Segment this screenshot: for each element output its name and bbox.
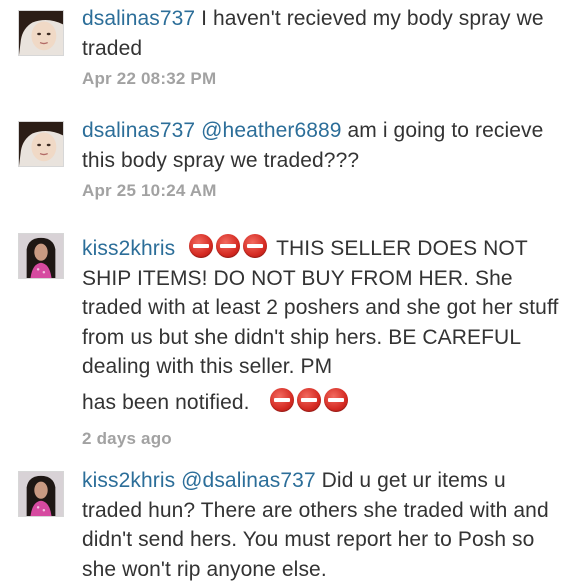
comment-username[interactable]: dsalinas737 [82,119,195,142]
comment-timestamp: 2 days ago [82,429,172,448]
comment-timestamp: Apr 25 10:24 AM [82,181,217,200]
no-entry-icon [189,234,214,258]
avatar[interactable] [18,471,64,517]
comment-mention[interactable]: @dsalinas737 [181,469,316,492]
no-entry-icon [243,234,268,258]
avatar-photo [19,234,63,278]
comment-username[interactable]: dsalinas737 [82,7,195,30]
comment-feed: dsalinas737 I haven't recieved my body s… [0,0,580,581]
avatar[interactable] [18,121,64,167]
no-entry-icon [216,234,241,258]
no-entry-icon [296,387,321,412]
no-entry-icon [323,387,348,412]
comment-mention[interactable]: @heather6889 [201,119,341,142]
avatar[interactable] [18,10,64,56]
avatar-photo [19,122,63,166]
comment-timestamp: Apr 22 08:32 PM [82,69,217,88]
comment-username[interactable]: kiss2khris [82,237,175,260]
avatar-photo [19,11,63,55]
avatar-photo [19,472,63,516]
comment-text-tail: has been notified. [82,390,250,414]
no-entry-icon [269,387,294,412]
avatar[interactable] [18,233,64,279]
no-entry-icon-group [181,234,276,260]
comment-username[interactable]: kiss2khris [82,469,175,492]
no-entry-icon-group [256,387,351,414]
